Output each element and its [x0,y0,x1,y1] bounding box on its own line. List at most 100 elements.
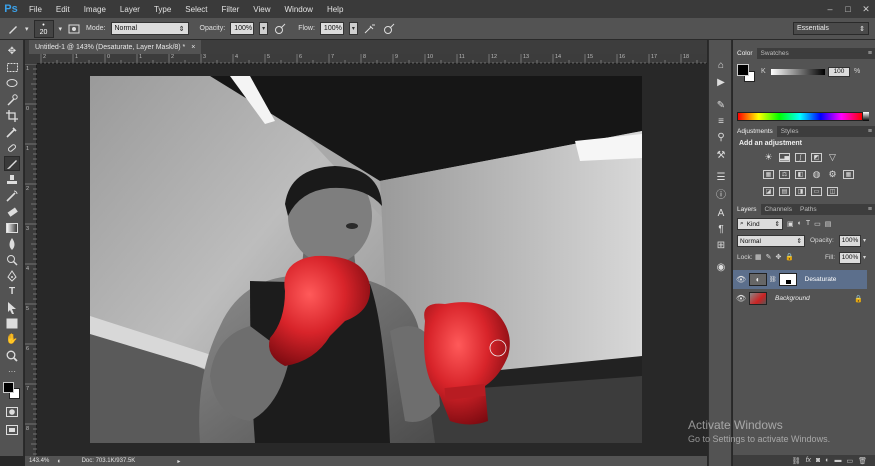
menu-help[interactable]: Help [320,5,350,14]
info-panel-icon[interactable]: ⓘ [714,186,728,201]
character-panel-icon[interactable]: A [714,206,728,220]
hue-saturation-icon[interactable]: ▦ [763,170,774,179]
crop-tool-icon[interactable] [4,108,20,123]
foreground-color-swatch[interactable] [3,382,14,393]
dropdown-arrow-icon[interactable]: ▾ [863,254,866,261]
shape-tool-icon[interactable] [4,316,20,331]
properties-panel-icon[interactable]: ☰ [714,170,728,184]
opacity-dropdown-icon[interactable]: ▾ [259,22,269,35]
pen-tool-icon[interactable] [4,268,20,283]
tab-adjustments[interactable]: Adjustments [733,126,777,137]
dodge-tool-icon[interactable] [4,252,20,267]
adjustment-icon[interactable]: ◐ [825,457,829,464]
menu-filter[interactable]: Filter [215,5,247,14]
layer-row[interactable]: 👁 Background 🔒 [733,289,867,308]
layer-opacity-input[interactable]: 100% [839,235,861,247]
pressure-opacity-icon[interactable] [273,22,287,36]
blend-mode-select[interactable]: Normal ⇕ [737,235,805,247]
brush-preset-picker[interactable]: • 20 [33,19,54,38]
chain-link-icon[interactable]: ⛓ [769,276,777,283]
dropdown-arrow-icon[interactable]: ▾ [863,237,866,244]
glyphs-panel-icon[interactable]: ⊞ [714,238,728,252]
brush-picker-arrow-icon[interactable]: ▾ [59,25,63,33]
tab-styles[interactable]: Styles [777,126,803,137]
color-picker-swatches[interactable] [737,64,757,84]
posterize-icon[interactable]: ▤ [779,187,790,196]
tab-swatches[interactable]: Swatches [757,48,793,59]
menu-window[interactable]: Window [278,5,320,14]
tool-presets-icon[interactable]: ⚒ [714,148,728,162]
brush-panel-icon[interactable] [67,22,81,36]
lock-transparency-icon[interactable]: ▦ [755,253,762,261]
invert-icon[interactable]: ◪ [763,187,774,196]
color-lookup-icon[interactable]: ▦ [843,170,854,179]
tool-preset-arrow-icon[interactable]: ▾ [25,25,29,33]
brush-tool-icon[interactable] [4,156,20,171]
adjustment-filter-icon[interactable]: ◐ [798,220,802,228]
menu-type[interactable]: Type [147,5,178,14]
mask-icon[interactable]: ◙ [816,457,820,464]
panel-menu-icon[interactable]: ≡ [868,50,872,57]
brightness-contrast-icon[interactable]: ☀ [763,152,774,162]
airbrush-icon[interactable] [363,22,377,36]
actions-panel-icon[interactable]: ▶ [714,75,728,89]
document-tab[interactable]: Untitled-1 @ 143% (Desaturate, Layer Mas… [29,40,202,54]
lock-all-icon[interactable]: 🔒 [785,253,794,261]
tab-layers[interactable]: Layers [733,204,761,215]
black-white-ramp[interactable] [863,112,869,121]
brush-panel-icon[interactable]: ✎ [714,98,728,112]
path-selection-tool-icon[interactable] [4,300,20,315]
layer-name[interactable]: Desaturate [805,276,837,283]
zoom-level[interactable]: 143.4% [29,458,49,464]
tab-color[interactable]: Color [733,48,757,59]
layer-row[interactable]: 👁 ◐ ⛓ Desaturate [733,270,867,289]
fill-input[interactable]: 100% [839,252,861,264]
visibility-eye-icon[interactable]: 👁 [733,275,749,284]
black-white-icon[interactable]: ◧ [795,170,806,179]
document-image[interactable] [90,76,642,443]
exposure-icon[interactable]: ◩ [811,153,822,162]
more-tools-icon[interactable]: ··· [4,364,20,379]
flow-input[interactable]: 100% [319,22,344,35]
close-tab-icon[interactable]: × [191,44,195,51]
close-button[interactable]: ✕ [857,0,875,18]
color-balance-icon[interactable]: ⚖ [779,170,790,179]
gradient-tool-icon[interactable] [4,220,20,235]
move-tool-icon[interactable]: ✥ [4,44,20,59]
screen-mode-icon[interactable] [4,422,20,437]
canvas-area[interactable] [38,65,707,456]
color-swatches[interactable] [3,382,21,400]
new-layer-icon[interactable]: ▭ [846,457,853,465]
k-slider[interactable] [771,69,825,75]
zoom-tool-icon[interactable] [4,348,20,363]
eraser-tool-icon[interactable] [4,204,20,219]
workspace-select[interactable]: Essentials ⇕ [793,22,869,35]
quick-mask-icon[interactable] [4,404,20,419]
timeline-panel-icon[interactable]: ◉ [714,260,728,274]
brush-tool-icon[interactable] [6,22,20,36]
eyedropper-tool-icon[interactable] [4,124,20,139]
hand-tool-icon[interactable]: ✋ [4,332,20,347]
status-arrow-icon[interactable]: ▸ [177,458,180,465]
blur-tool-icon[interactable] [4,236,20,251]
pressure-size-icon[interactable] [382,22,396,36]
menu-image[interactable]: Image [77,5,113,14]
menu-view[interactable]: View [246,5,277,14]
foreground-color-swatch[interactable] [737,64,749,76]
ruler-origin[interactable] [25,54,37,64]
tab-channels[interactable]: Channels [761,204,796,215]
paragraph-panel-icon[interactable]: ¶ [714,222,728,236]
levels-icon[interactable]: ▂▅ [779,153,790,162]
menu-edit[interactable]: Edit [49,5,77,14]
gradient-map-icon[interactable]: ▭ [811,187,822,196]
history-panel-icon[interactable]: ⌂ [714,58,728,72]
folder-icon[interactable]: ▬ [834,457,841,464]
pixel-filter-icon[interactable]: ▣ [787,220,794,228]
panel-menu-icon[interactable]: ≡ [868,128,872,135]
threshold-icon[interactable]: ◨ [795,187,806,196]
quick-selection-tool-icon[interactable] [4,92,20,107]
vertical-ruler[interactable]: 1 0 1 2 3 4 5 6 7 8 [25,64,37,456]
menu-layer[interactable]: Layer [113,5,147,14]
trash-icon[interactable]: 🗑 [858,457,867,465]
panel-menu-icon[interactable]: ≡ [868,206,872,213]
